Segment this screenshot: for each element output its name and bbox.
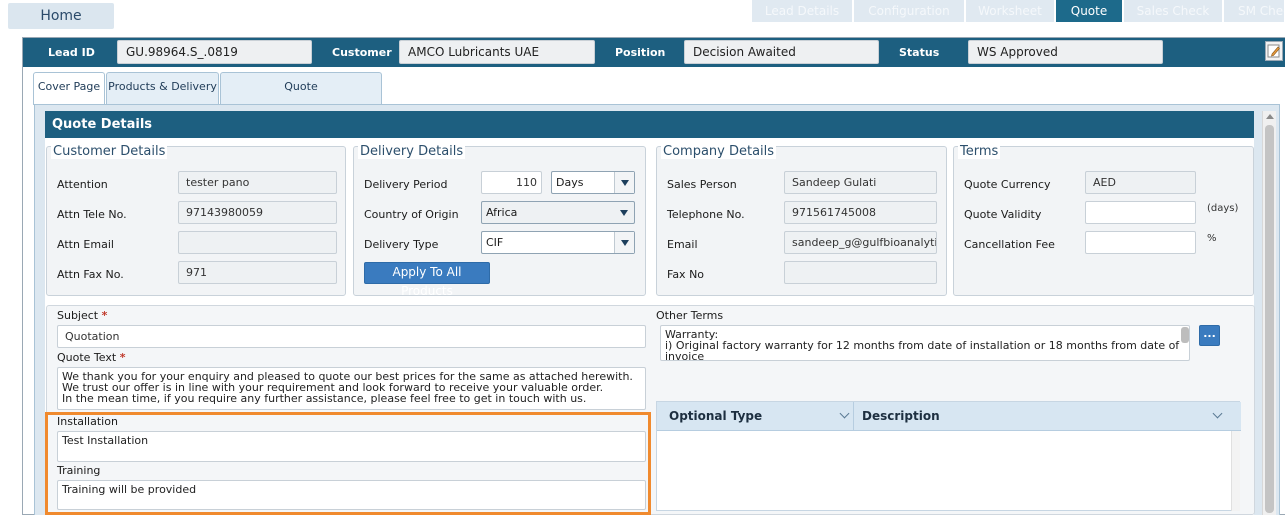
country-origin-value: Africa: [486, 206, 518, 219]
highlight-box: [45, 412, 651, 515]
delivery-details-legend: Delivery Details: [358, 144, 466, 159]
quote-text-textarea[interactable]: We thank you for your enquiry and please…: [57, 367, 646, 410]
cancellation-unit: %: [1207, 233, 1217, 244]
cancellation-fee-label: Cancellation Fee: [964, 238, 1055, 251]
scroll-thumb[interactable]: [1265, 125, 1274, 513]
company-details-legend: Company Details: [661, 144, 777, 159]
required-mark: *: [101, 309, 108, 322]
quote-validity-input[interactable]: [1085, 201, 1196, 224]
page-scrollbar[interactable]: [1262, 111, 1276, 515]
lead-id-field: GU.98964.S_.0819: [117, 40, 312, 64]
nav-tab-worksheet[interactable]: Worksheet: [966, 0, 1054, 22]
column-description-label: Description: [862, 409, 940, 423]
scroll-up-icon[interactable]: [1266, 114, 1274, 119]
status-field: WS Approved: [968, 40, 1163, 64]
company-fax-field: [784, 261, 937, 284]
home-button[interactable]: Home: [8, 3, 114, 29]
company-fax-label: Fax No: [667, 268, 705, 281]
terms-legend: Terms: [958, 144, 1001, 159]
delivery-details-section: Delivery Details Delivery Period 110 Day…: [353, 144, 646, 298]
subject-label: Subject *: [57, 309, 108, 322]
quote-currency-field: AED: [1085, 171, 1196, 194]
position-field: Decision Awaited: [684, 40, 879, 64]
column-description[interactable]: Description: [854, 402, 1231, 431]
lead-id-label: Lead ID: [48, 46, 95, 59]
other-terms-more-button[interactable]: ...: [1199, 325, 1220, 346]
status-label: Status: [899, 46, 940, 59]
other-terms-scroll-thumb[interactable]: [1181, 327, 1189, 343]
nav-tab-configuration[interactable]: Configuration: [854, 0, 964, 22]
optional-items-grid: Optional Type Description: [656, 401, 1241, 511]
chevron-down-icon[interactable]: [614, 232, 634, 253]
nav-tab-quote[interactable]: Quote: [1056, 0, 1122, 22]
nav-tab-sm-check[interactable]: SM Chec: [1224, 0, 1284, 22]
sales-person-field: Sandeep Gulati: [784, 171, 937, 194]
delivery-period-input[interactable]: 110: [481, 171, 542, 194]
nav-tab-sales-check[interactable]: Sales Check: [1124, 0, 1222, 22]
delivery-type-label: Delivery Type: [364, 238, 439, 251]
country-origin-select[interactable]: Africa: [481, 201, 635, 224]
chevron-down-icon[interactable]: [614, 202, 634, 223]
other-terms-label: Other Terms: [656, 309, 724, 322]
quote-details-header: Quote Details: [45, 111, 1254, 138]
chevron-down-icon[interactable]: [839, 408, 850, 419]
column-optional-type[interactable]: Optional Type: [661, 402, 854, 431]
delivery-type-value: CIF: [486, 236, 504, 249]
lead-info-bar: Lead ID GU.98964.S_.0819 Customer AMCO L…: [23, 38, 1285, 67]
delivery-period-unit-select[interactable]: Days: [551, 171, 635, 194]
other-terms-textarea[interactable]: Warranty: i) Original factory warranty f…: [660, 325, 1190, 361]
company-details-section: Company Details Sales Person Sandeep Gul…: [656, 144, 947, 296]
edit-icon[interactable]: [1265, 41, 1283, 61]
chevron-down-icon[interactable]: [1212, 408, 1223, 419]
chevron-down-icon[interactable]: [614, 172, 634, 193]
grid-header: Optional Type Description: [657, 402, 1241, 431]
company-email-field: sandeep_g@gulfbioanalytical.c: [784, 231, 937, 254]
subject-input[interactable]: Quotation: [57, 325, 646, 348]
attn-tele-field: 97143980059: [178, 201, 337, 224]
customer-details-section: Customer Details Attention tester pano A…: [46, 144, 346, 296]
grid-scrollbar[interactable]: [1231, 431, 1240, 511]
telephone-field: 971561745008: [784, 201, 937, 224]
quote-text-label: Quote Text *: [57, 351, 126, 364]
country-origin-label: Country of Origin: [364, 208, 459, 221]
terms-section: Terms Quote Currency AED Quote Validity …: [953, 144, 1254, 296]
attn-tele-label: Attn Tele No.: [57, 208, 127, 221]
tab-quote-generation[interactable]: Quote Generation/Submission: [220, 72, 382, 121]
attn-fax-label: Attn Fax No.: [57, 268, 124, 281]
cancellation-fee-input[interactable]: [1085, 231, 1196, 254]
attn-email-field: [178, 231, 337, 254]
customer-details-legend: Customer Details: [51, 144, 168, 159]
apply-to-all-products-button[interactable]: Apply To All Products: [364, 262, 490, 298]
delivery-type-select[interactable]: CIF: [481, 231, 635, 254]
attention-field: tester pano: [178, 171, 337, 194]
position-label: Position: [615, 46, 666, 59]
tab-cover-page[interactable]: Cover Page: [33, 72, 105, 105]
nav-tab-lead-details[interactable]: Lead Details: [752, 0, 852, 22]
customer-label: Customer: [332, 46, 392, 59]
quote-currency-label: Quote Currency: [964, 178, 1051, 191]
sales-person-label: Sales Person: [667, 178, 737, 191]
attn-fax-field: 971: [178, 261, 337, 284]
top-nav: Lead Details Configuration Worksheet Quo…: [752, 0, 1285, 22]
quote-validity-label: Quote Validity: [964, 208, 1042, 221]
delivery-period-label: Delivery Period: [364, 178, 448, 191]
company-email-label: Email: [667, 238, 698, 251]
customer-field: AMCO Lubricants UAE: [399, 40, 595, 64]
attention-label: Attention: [57, 178, 108, 191]
validity-unit: (days): [1207, 203, 1239, 214]
telephone-label: Telephone No.: [667, 208, 745, 221]
column-optional-type-label: Optional Type: [669, 409, 763, 423]
attn-email-label: Attn Email: [57, 238, 114, 251]
delivery-period-unit-value: Days: [556, 176, 584, 189]
tab-products-delivery[interactable]: Products & Delivery: [106, 72, 219, 104]
required-mark: *: [119, 351, 126, 364]
